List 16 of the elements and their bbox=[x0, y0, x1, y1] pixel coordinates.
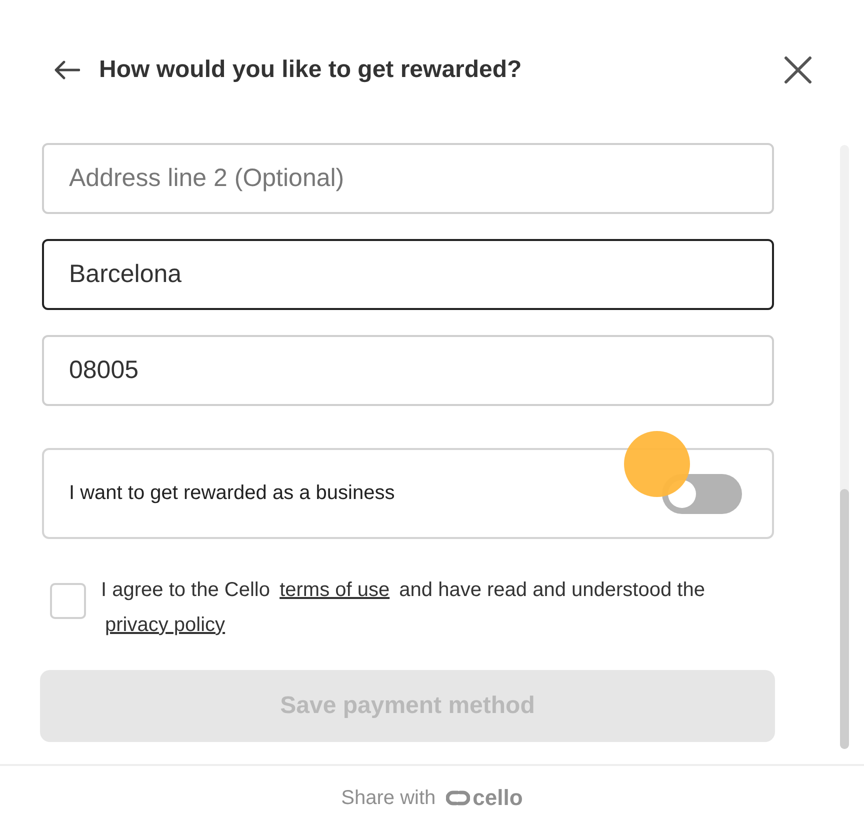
input-field[interactable]: Barcelona bbox=[42, 239, 774, 310]
privacy-policy-link[interactable]: privacy policy bbox=[105, 614, 226, 636]
terms-checkbox[interactable] bbox=[50, 583, 86, 619]
scrollbar-track[interactable] bbox=[840, 145, 849, 749]
close-icon[interactable] bbox=[784, 56, 812, 84]
input-field[interactable]: Address line 2 (Optional) bbox=[42, 143, 774, 214]
footer-text: Share with bbox=[341, 786, 436, 810]
scrollbar-thumb[interactable] bbox=[840, 489, 849, 749]
brand-name: cello bbox=[472, 785, 523, 811]
terms-of-use-link[interactable]: terms of use bbox=[280, 579, 390, 601]
terms-text: I agree to the Cello terms of use and have read and understood the privacy policy bbox=[101, 578, 706, 638]
toggle-label: I want to get rewarded as a business bbox=[69, 482, 395, 505]
back-arrow-icon[interactable] bbox=[54, 60, 80, 80]
input-field[interactable]: 08005 bbox=[42, 335, 774, 406]
dialog-title: How would you like to get rewarded? bbox=[99, 56, 522, 84]
logo-icon bbox=[446, 790, 470, 806]
